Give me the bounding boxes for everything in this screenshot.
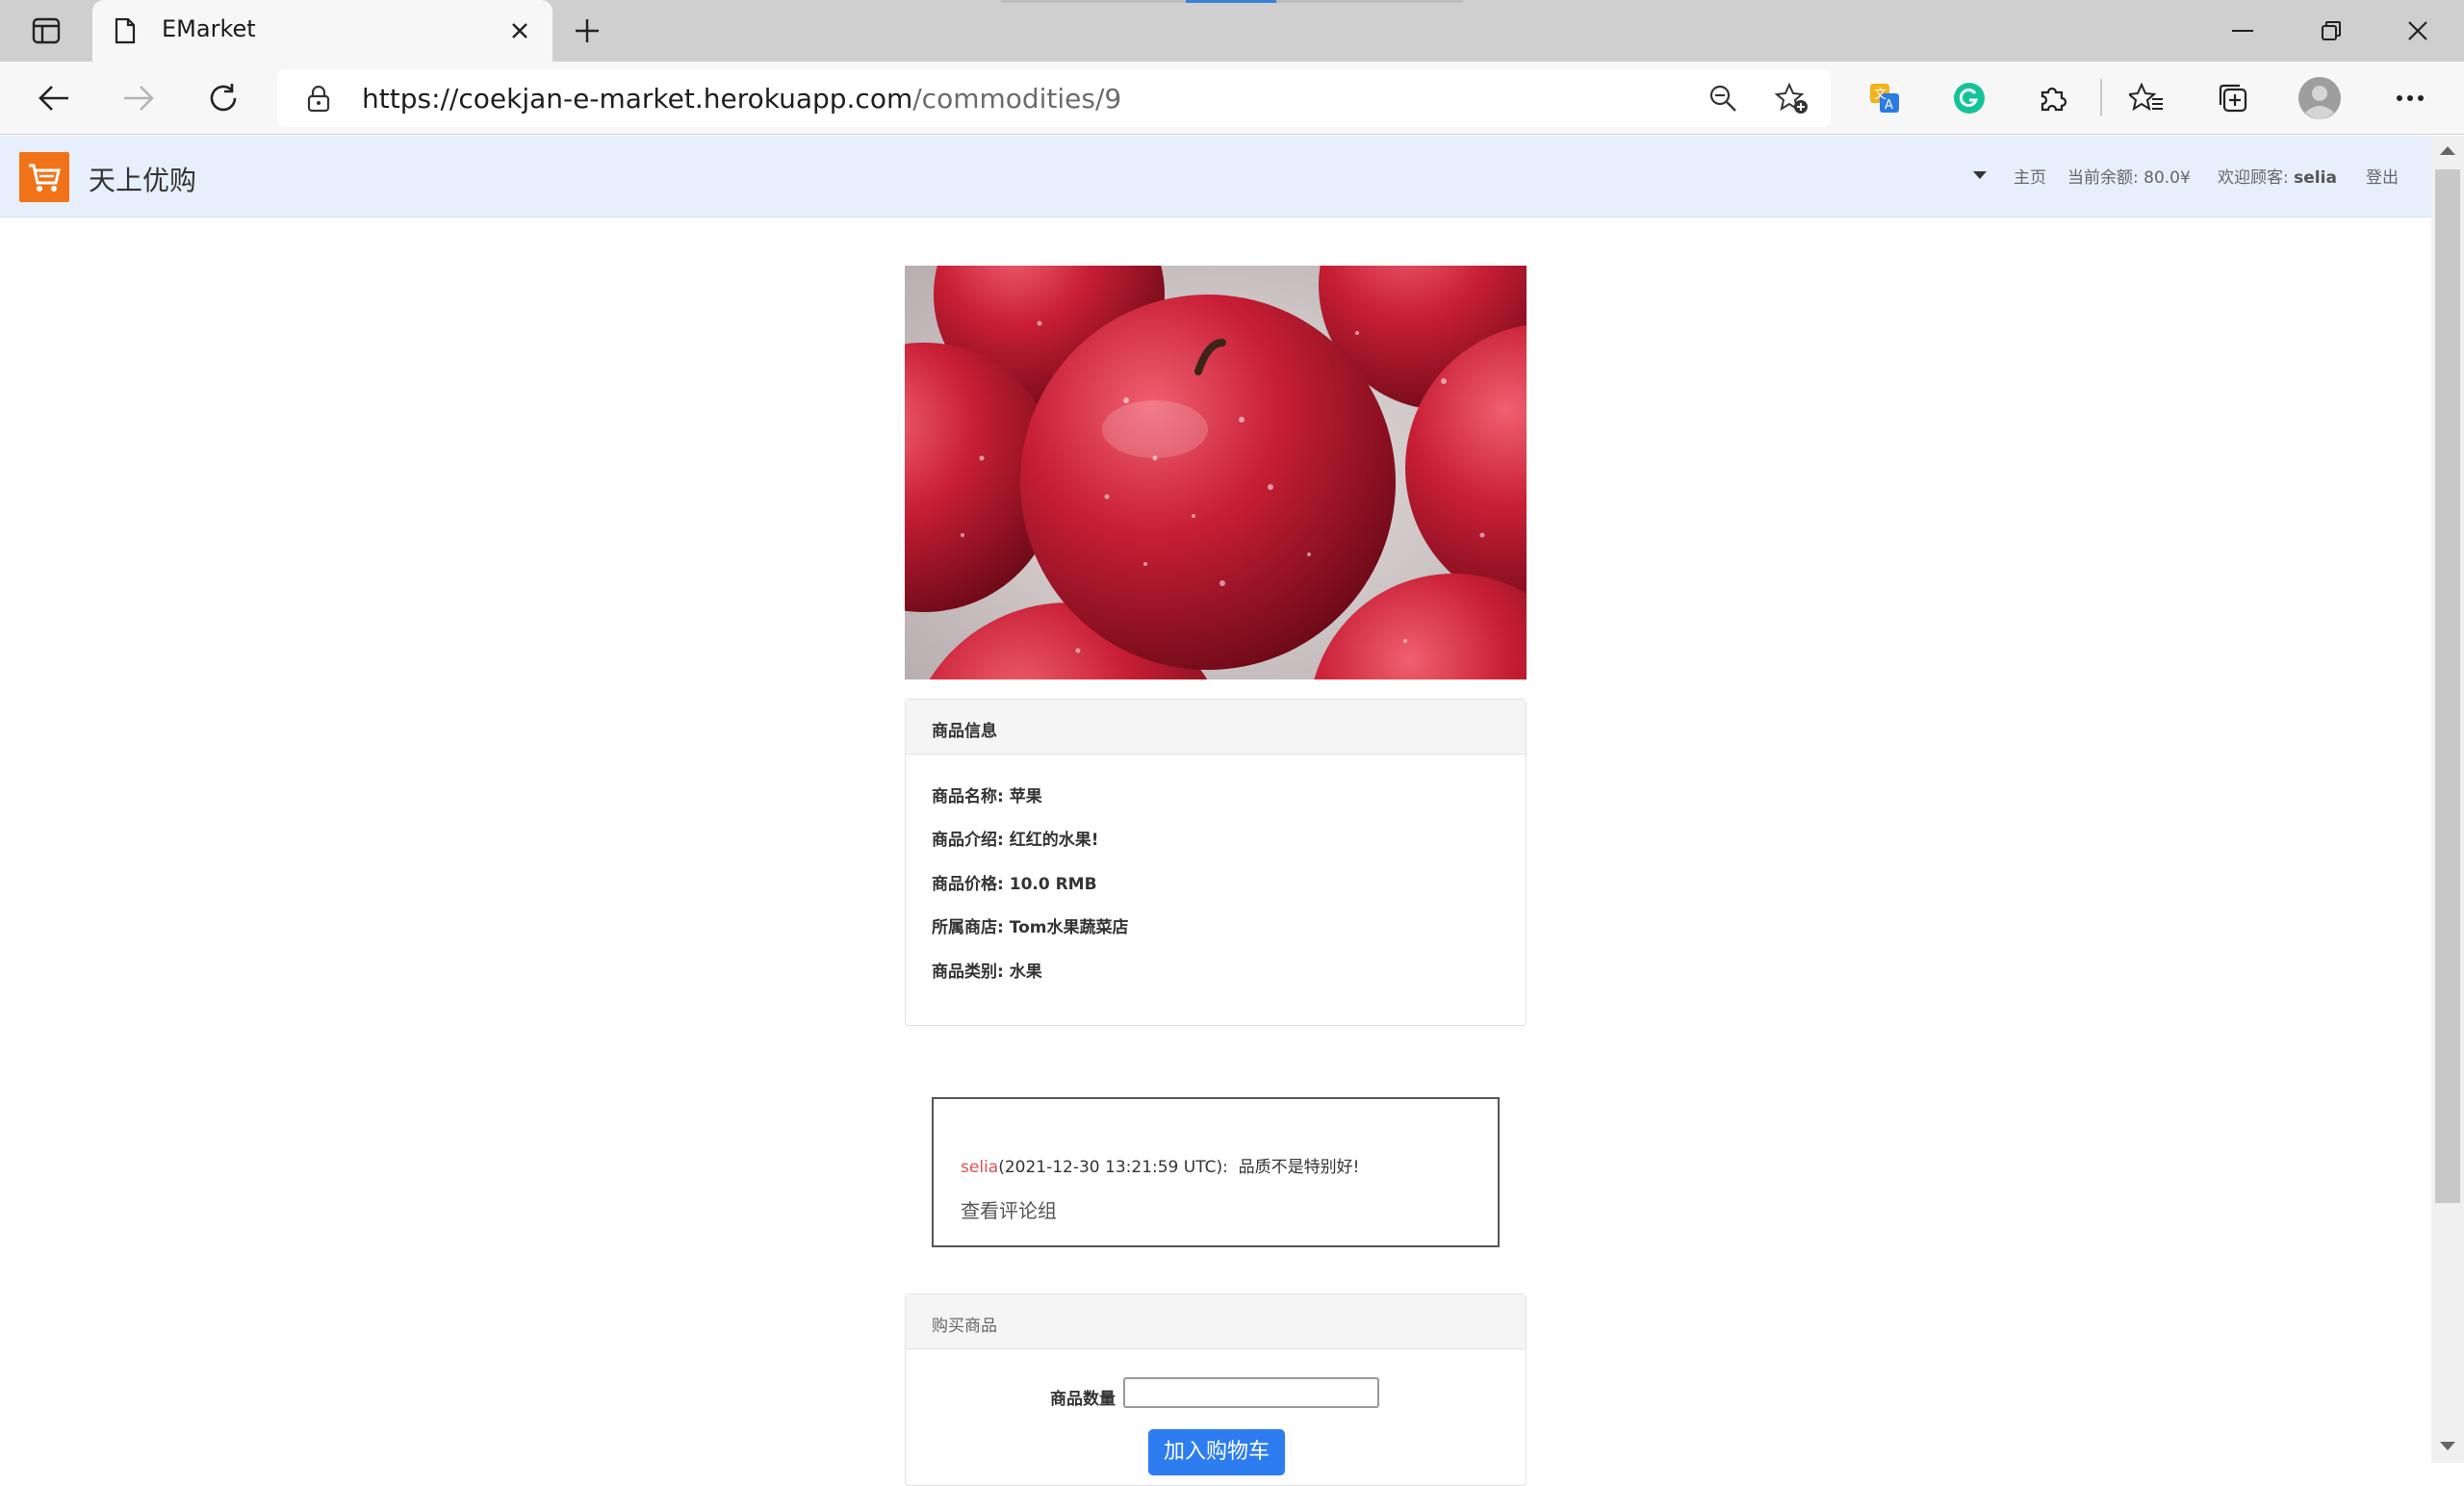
dropdown-caret-icon[interactable] [1973,171,1987,179]
url-text[interactable]: https://coekjan-e-market.herokuapp.com/c… [362,83,1121,115]
field-label: 所属商店: [932,918,1004,937]
product-shop-row: 所属商店: Tom水果蔬菜店 [932,913,1128,937]
favorites-icon[interactable] [2127,79,2166,117]
minimize-window-icon[interactable] [2225,13,2260,48]
product-info-panel: 商品信息 商品名称: 苹果 商品介绍: 红红的水果! 商品价格: 10.0 RM… [905,699,1527,1026]
username[interactable]: selia [2294,168,2337,188]
shop-logo-icon[interactable] [19,152,69,202]
nav-home-link[interactable]: 主页 [2014,164,2046,188]
field-value: 10.0 RMB [1009,875,1097,894]
purchase-panel: 购买商品 商品数量 加入购物车 [905,1294,1527,1486]
field-label: 商品介绍: [932,831,1004,850]
new-tab-icon[interactable] [570,13,604,48]
collections-icon[interactable] [2214,79,2252,117]
zoom-out-icon[interactable] [1706,81,1740,115]
translate-icon[interactable]: 文A [1865,79,1904,117]
field-label: 商品价格: [932,875,1004,894]
welcome-display: 欢迎顾客: selia [2218,164,2337,188]
add-favorite-icon[interactable] [1773,81,1811,117]
brand-name[interactable]: 天上优购 [89,160,196,198]
svg-text:A: A [1885,98,1893,113]
field-label: 商品类别: [932,962,1004,982]
toolbar-divider [2100,79,2102,115]
extensions-icon[interactable] [2033,79,2071,117]
comment-box: selia(2021-12-30 13:21:59 UTC): 品质不是特别好!… [932,1097,1500,1247]
comment-entry: selia(2021-12-30 13:21:59 UTC): 品质不是特别好! [961,1153,1359,1177]
tab-actions-icon[interactable] [27,13,65,48]
quantity-input[interactable] [1123,1377,1379,1408]
close-tab-icon[interactable] [504,15,535,46]
grammarly-icon[interactable] [1950,79,1989,117]
product-image [905,266,1527,679]
field-label: 商品名称: [932,787,1004,807]
product-info-header: 商品信息 [906,700,1526,755]
purchase-header: 购买商品 [906,1294,1526,1349]
page-document-icon [112,13,139,48]
url-path: /commodities/9 [912,83,1122,115]
scroll-up-arrow-icon[interactable] [2440,146,2455,155]
quantity-label: 商品数量 [1050,1390,1116,1409]
add-to-cart-button[interactable]: 加入购物车 [1148,1429,1285,1475]
product-category-row: 商品类别: 水果 [932,958,1042,982]
scroll-down-arrow-icon[interactable] [2440,1442,2455,1450]
balance-value: 80.0¥ [2143,168,2191,188]
field-value: Tom水果蔬菜店 [1009,918,1129,937]
forward-icon[interactable] [117,79,160,117]
url-host: https://coekjan-e-market.herokuapp.com [362,83,913,115]
tab-title: EMarket [162,15,256,42]
loading-indicator-bar [1186,0,1276,3]
balance-label: 当前余额: [2067,168,2139,188]
field-value: 苹果 [1009,787,1042,807]
product-price-row: 商品价格: 10.0 RMB [932,870,1097,894]
more-options-icon[interactable] [2389,79,2431,117]
logout-link[interactable]: 登出 [2366,164,2399,188]
view-comment-group-link[interactable]: 查看评论组 [961,1195,1057,1223]
profile-avatar-icon[interactable] [2297,75,2343,121]
comment-text: 品质不是特别好! [1238,1158,1360,1177]
refresh-icon[interactable] [202,79,244,117]
field-value: 水果 [1009,962,1042,982]
balance-display: 当前余额: 80.0¥ [2067,164,2191,188]
purchase-title: 购买商品 [932,1317,997,1336]
back-icon[interactable] [33,79,75,117]
comment-user[interactable]: selia [961,1158,998,1177]
close-window-icon[interactable] [2400,13,2435,48]
comment-time: (2021-12-30 13:21:59 UTC): [998,1158,1228,1177]
product-info-title: 商品信息 [932,722,997,741]
scrollbar-thumb[interactable] [2435,169,2460,1203]
restore-window-icon[interactable] [2314,13,2348,48]
welcome-label: 欢迎顾客: [2218,168,2289,188]
product-description-row: 商品介绍: 红红的水果! [932,826,1099,850]
product-name-row: 商品名称: 苹果 [932,782,1042,807]
lock-icon[interactable] [302,83,335,115]
field-value: 红红的水果! [1009,831,1099,850]
